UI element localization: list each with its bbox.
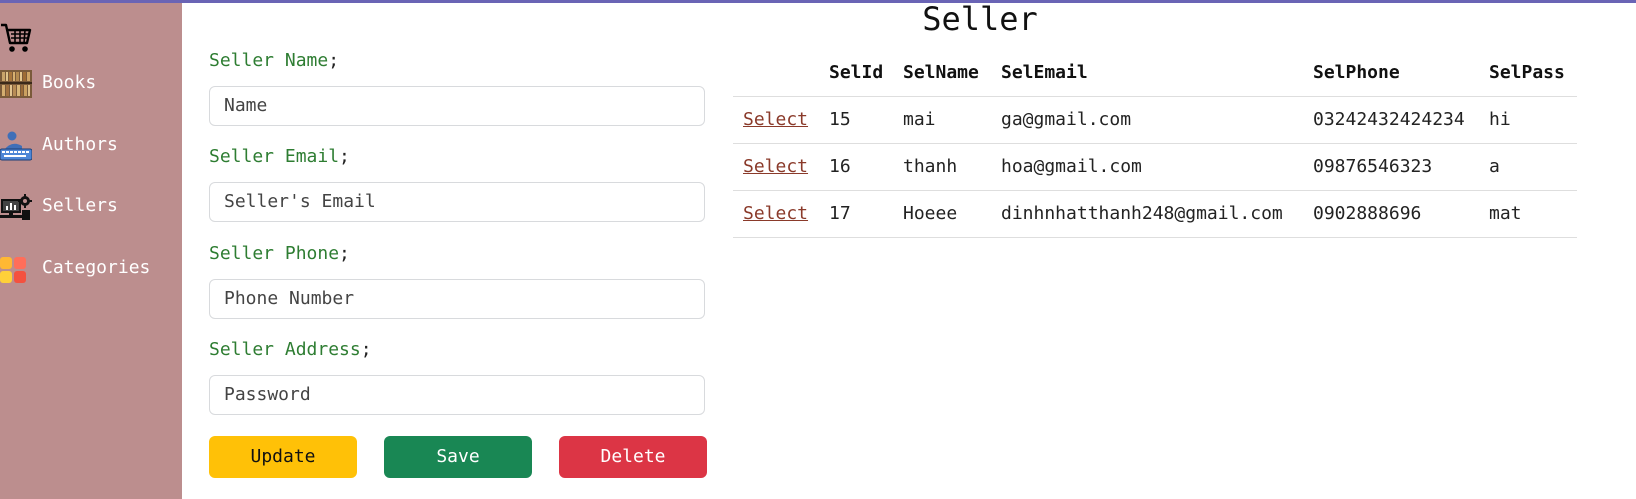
sidebar-item-sellers[interactable]: Sellers — [0, 187, 182, 227]
shopping-cart-icon[interactable] — [0, 21, 32, 55]
sidebar-item-label: Books — [42, 72, 97, 93]
sidebar-item-label: Authors — [42, 134, 118, 155]
cell-selpass: a — [1489, 156, 1500, 177]
column-header-selemail: SelEmail — [1001, 62, 1088, 83]
sidebar-item-authors[interactable]: Authors — [0, 126, 182, 166]
update-button[interactable]: Update — [209, 436, 357, 478]
cell-selname: mai — [903, 109, 936, 130]
author-typing-icon — [0, 131, 32, 161]
save-button[interactable]: Save — [384, 436, 532, 478]
cell-selname: thanh — [903, 156, 958, 177]
sellers-table: SelId SelName SelEmail SelPhone SelPass … — [733, 50, 1577, 238]
sidebar-item-label: Sellers — [42, 195, 118, 216]
seller-phone-label: Seller Phone; — [209, 243, 350, 264]
column-header-selphone: SelPhone — [1313, 62, 1400, 83]
seller-phone-input[interactable]: Phone Number — [209, 279, 705, 319]
column-header-selname: SelName — [903, 62, 979, 83]
cell-selphone: 0902888696 — [1313, 203, 1422, 224]
delete-button[interactable]: Delete — [559, 436, 707, 478]
cell-selname: Hoeee — [903, 203, 958, 224]
cell-selemail: dinhnhatthanh248@gmail.com — [1001, 203, 1283, 224]
page-title: Seller — [922, 0, 1038, 38]
cell-selemail: hoa@gmail.com — [1001, 156, 1142, 177]
column-header-selid: SelId — [829, 62, 884, 83]
cell-selid: 16 — [829, 156, 851, 177]
seller-email-label: Seller Email; — [209, 146, 350, 167]
seller-name-label: Seller Name; — [209, 50, 340, 71]
table-row: Select 17 Hoeee dinhnhatthanh248@gmail.c… — [733, 191, 1577, 238]
seller-desk-icon — [0, 194, 32, 220]
select-link[interactable]: Select — [743, 191, 808, 237]
categories-grid-icon — [0, 257, 26, 283]
cell-selphone: 03242432424234 — [1313, 109, 1465, 130]
table-header-row: SelId SelName SelEmail SelPhone SelPass — [733, 50, 1577, 97]
cell-selpass: mat — [1489, 203, 1522, 224]
select-link[interactable]: Select — [743, 144, 808, 190]
cell-selid: 15 — [829, 109, 851, 130]
cell-selemail: ga@gmail.com — [1001, 109, 1132, 130]
table-row: Select 16 thanh hoa@gmail.com 0987654632… — [733, 144, 1577, 191]
cell-selid: 17 — [829, 203, 851, 224]
books-icon — [0, 70, 32, 98]
seller-address-label: Seller Address; — [209, 339, 372, 360]
seller-name-input[interactable]: Name — [209, 86, 705, 126]
select-link[interactable]: Select — [743, 97, 808, 143]
sidebar-item-label: Categories — [42, 257, 151, 278]
cell-selpass: hi — [1489, 109, 1511, 130]
table-row: Select 15 mai ga@gmail.com 0324243242423… — [733, 97, 1577, 144]
seller-address-input[interactable]: Password — [209, 375, 705, 415]
sidebar: Books Authors Sellers Categories — [0, 3, 182, 499]
top-accent-bar — [0, 0, 1636, 3]
sidebar-item-categories[interactable]: Categories — [0, 249, 182, 289]
seller-email-input[interactable]: Seller's Email — [209, 182, 705, 222]
cell-selphone: 09876546323 — [1313, 156, 1433, 177]
sidebar-item-books[interactable]: Books — [0, 64, 182, 104]
column-header-selpass: SelPass — [1489, 62, 1565, 83]
